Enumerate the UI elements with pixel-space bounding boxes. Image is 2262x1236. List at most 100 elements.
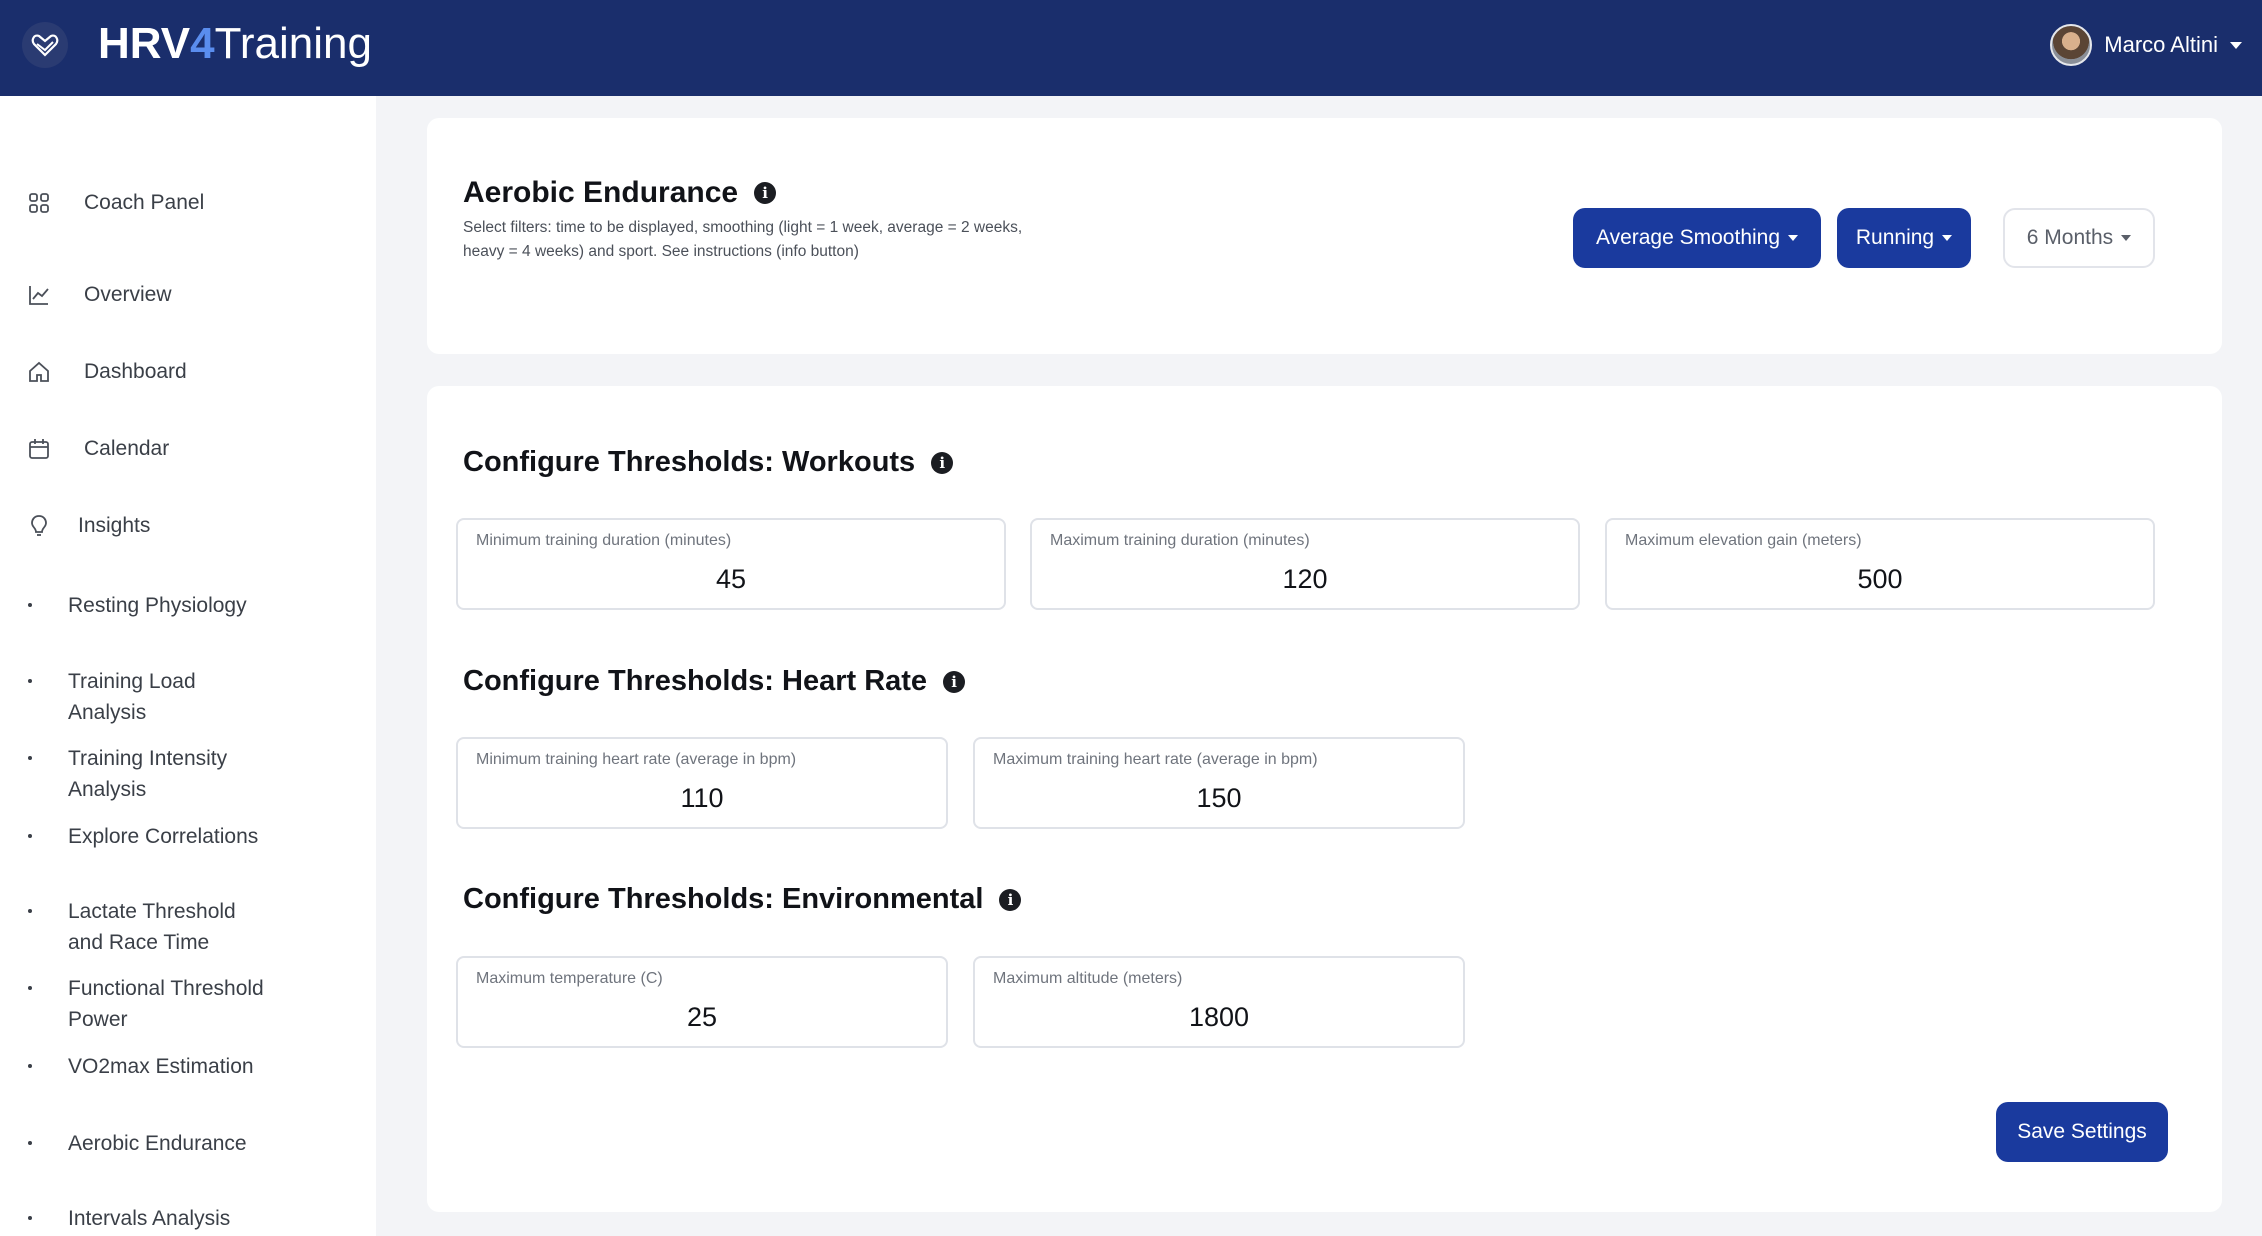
sidebar-item-label: Coach Panel xyxy=(84,191,205,214)
bullet-icon xyxy=(28,1141,32,1145)
sidebar-item-label: Insights xyxy=(78,514,151,537)
bullet-icon xyxy=(28,834,32,838)
sidebar-item-label: Dashboard xyxy=(84,360,187,383)
sidebar-item-label: Overview xyxy=(84,283,172,306)
aerobic-endurance-card: Aerobic Endurance i Select filters: time… xyxy=(427,118,2222,354)
brand-title[interactable]: HRV4Training xyxy=(98,18,372,70)
info-icon[interactable]: i xyxy=(931,451,954,474)
max-altitude-field[interactable]: Maximum altitude (meters) 1800 xyxy=(973,956,1465,1048)
info-icon[interactable]: i xyxy=(943,670,966,693)
filter-description: Select filters: time to be displayed, sm… xyxy=(463,219,1023,260)
chevron-down-icon xyxy=(2121,235,2132,241)
line-chart-icon xyxy=(26,282,52,308)
field-value[interactable]: 1800 xyxy=(975,1002,1463,1033)
info-icon[interactable]: i xyxy=(999,888,1022,911)
save-settings-label: Save Settings xyxy=(2017,1120,2147,1143)
sidebar-item-dashboard[interactable]: Dashboard xyxy=(26,359,187,385)
sidebar-item-label: Explore Correlations xyxy=(68,825,259,848)
max-elevation-gain-field[interactable]: Maximum elevation gain (meters) 500 xyxy=(1605,518,2155,610)
chevron-down-icon xyxy=(1788,235,1799,241)
sport-dropdown[interactable]: Running xyxy=(1837,208,1971,268)
home-icon xyxy=(26,359,52,385)
page-title: Aerobic Endurance i xyxy=(463,176,777,210)
sidebar-item-label: Lactate Threshold and Race Time xyxy=(68,900,236,954)
bullet-icon xyxy=(28,756,32,760)
field-label: Minimum training heart rate (average in … xyxy=(476,751,797,768)
thresholds-card: Configure Thresholds: Workouts i Minimum… xyxy=(427,386,2222,1212)
sidebar-item-explore-correlations[interactable]: Explore Correlations xyxy=(28,821,308,852)
sidebar-item-training-intensity-analysis[interactable]: Training Intensity Analysis xyxy=(28,743,268,805)
brand-part-hrv: HRV xyxy=(98,19,191,68)
brand-part-4: 4 xyxy=(190,19,215,68)
field-value[interactable]: 45 xyxy=(458,564,1004,595)
avatar[interactable] xyxy=(2050,24,2093,66)
sidebar-item-label: Intervals Analysis xyxy=(68,1207,231,1230)
sidebar-item-label: Functional Threshold Power xyxy=(68,977,264,1031)
bullet-icon xyxy=(28,603,32,607)
bullet-icon xyxy=(28,909,32,913)
smoothing-dropdown-label: Average Smoothing xyxy=(1595,226,1781,249)
sport-dropdown-label: Running xyxy=(1855,226,1935,249)
field-label: Maximum training heart rate (average in … xyxy=(993,751,1318,768)
field-label: Maximum elevation gain (meters) xyxy=(1625,532,1862,549)
sidebar-item-vo2max-estimation[interactable]: VO2max Estimation xyxy=(28,1051,308,1082)
bullet-icon xyxy=(28,679,32,683)
environmental-heading: Configure Thresholds: Environmental i xyxy=(463,883,1022,916)
sidebar-item-label: Training Intensity Analysis xyxy=(68,747,228,801)
lightbulb-icon xyxy=(26,513,52,539)
sidebar-item-functional-threshold-power[interactable]: Functional Threshold Power xyxy=(28,973,298,1035)
calendar-icon xyxy=(26,436,52,462)
chevron-down-icon xyxy=(1942,235,1953,241)
field-value[interactable]: 25 xyxy=(458,1002,946,1033)
sidebar-item-label: Resting Physiology xyxy=(68,594,247,617)
user-name[interactable]: Marco Altini xyxy=(2104,32,2218,58)
period-dropdown[interactable]: 6 Months xyxy=(2003,208,2155,268)
sidebar-item-label: Aerobic Endurance xyxy=(68,1132,247,1155)
sidebar-item-aerobic-endurance[interactable]: Aerobic Endurance xyxy=(28,1128,308,1159)
info-icon[interactable]: i xyxy=(754,182,777,204)
chevron-down-icon[interactable] xyxy=(2230,41,2242,49)
brand-part-training: Training xyxy=(214,19,372,68)
min-heart-rate-field[interactable]: Minimum training heart rate (average in … xyxy=(456,737,948,829)
max-heart-rate-field[interactable]: Maximum training heart rate (average in … xyxy=(973,737,1465,829)
sidebar-item-label: VO2max Estimation xyxy=(68,1055,254,1078)
field-label: Maximum altitude (meters) xyxy=(993,970,1183,987)
bullet-icon xyxy=(28,1064,32,1068)
heart-rate-heading-text: Configure Thresholds: Heart Rate xyxy=(463,665,928,697)
grid-icon xyxy=(26,190,52,216)
heart-rate-heading: Configure Thresholds: Heart Rate i xyxy=(463,665,966,698)
field-label: Minimum training duration (minutes) xyxy=(476,532,732,549)
sidebar-item-training-load-analysis[interactable]: Training Load Analysis xyxy=(28,666,228,728)
workouts-heading-text: Configure Thresholds: Workouts xyxy=(463,446,916,478)
heart-hands-icon[interactable] xyxy=(22,22,68,68)
bullet-icon xyxy=(28,1216,32,1220)
environmental-heading-text: Configure Thresholds: Environmental xyxy=(463,883,984,915)
period-dropdown-label: 6 Months xyxy=(2026,226,2114,249)
page-title-text: Aerobic Endurance xyxy=(463,176,739,209)
sidebar-item-resting-physiology[interactable]: Resting Physiology xyxy=(28,590,308,621)
field-value[interactable]: 120 xyxy=(1032,564,1578,595)
sidebar-item-label: Calendar xyxy=(84,437,170,460)
workouts-heading: Configure Thresholds: Workouts i xyxy=(463,446,954,479)
sidebar-item-label: Training Load Analysis xyxy=(68,670,196,724)
sidebar-item-overview[interactable]: Overview xyxy=(26,282,172,308)
max-temperature-field[interactable]: Maximum temperature (C) 25 xyxy=(456,956,948,1048)
bullet-icon xyxy=(28,986,32,990)
field-label: Maximum training duration (minutes) xyxy=(1050,532,1310,549)
field-value[interactable]: 150 xyxy=(975,783,1463,814)
save-settings-button[interactable]: Save Settings xyxy=(1996,1102,2168,1162)
sidebar-item-intervals-analysis[interactable]: Intervals Analysis xyxy=(28,1203,308,1234)
sidebar-item-insights[interactable]: Insights xyxy=(26,513,150,539)
sidebar: Coach Panel Overview Dashboard Calendar xyxy=(0,96,376,1236)
max-training-duration-field[interactable]: Maximum training duration (minutes) 120 xyxy=(1030,518,1580,610)
user-menu[interactable]: Marco Altini xyxy=(2050,22,2242,68)
field-value[interactable]: 110 xyxy=(458,783,946,814)
min-training-duration-field[interactable]: Minimum training duration (minutes) 45 xyxy=(456,518,1006,610)
sidebar-item-coach-panel[interactable]: Coach Panel xyxy=(26,190,204,216)
field-label: Maximum temperature (C) xyxy=(476,970,663,987)
sidebar-item-calendar[interactable]: Calendar xyxy=(26,436,169,462)
smoothing-dropdown[interactable]: Average Smoothing xyxy=(1573,208,1821,268)
sidebar-item-lactate-threshold[interactable]: Lactate Threshold and Race Time xyxy=(28,896,268,958)
field-value[interactable]: 500 xyxy=(1607,564,2153,595)
top-navbar: HRV4Training Marco Altini xyxy=(0,0,2262,96)
